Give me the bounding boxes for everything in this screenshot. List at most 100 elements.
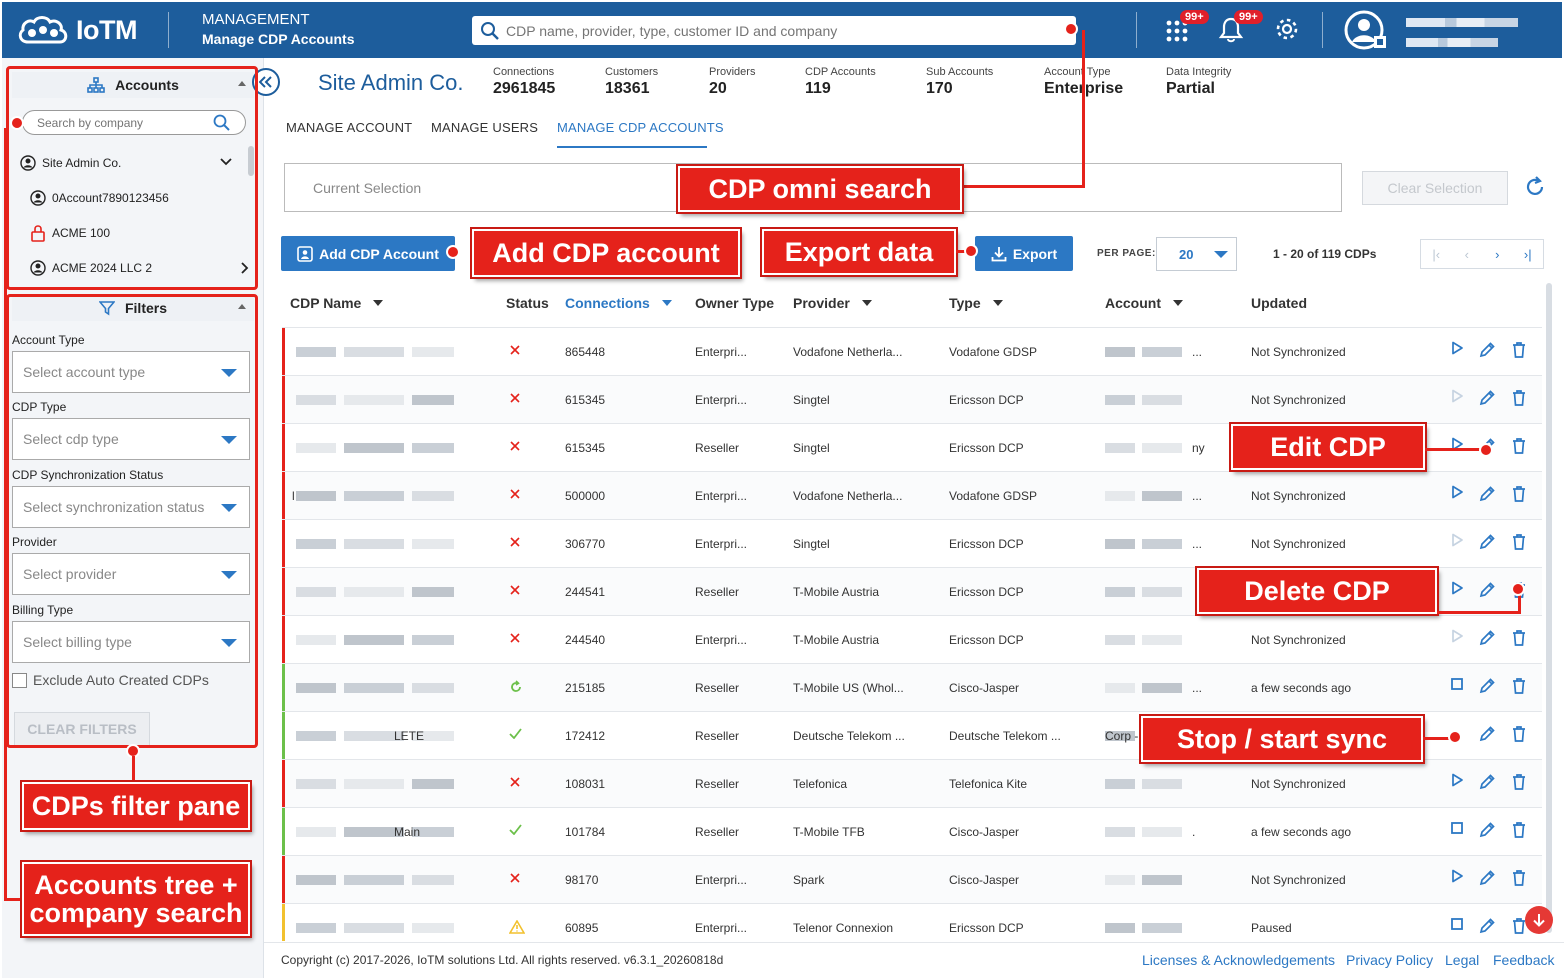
module-subtitle: Manage CDP Accounts — [202, 31, 355, 47]
col-status[interactable]: Status — [506, 295, 549, 311]
edit-pencil-icon[interactable] — [1478, 341, 1498, 361]
licenses-link[interactable]: Licenses & Acknowledgements — [1142, 952, 1335, 968]
delete-trash-icon[interactable] — [1511, 533, 1531, 553]
next-page-icon[interactable]: › — [1482, 240, 1513, 268]
type-cell: Cisco-Jasper — [949, 681, 1020, 695]
edit-pencil-icon[interactable] — [1478, 725, 1498, 745]
omni-search-box[interactable] — [472, 16, 1076, 45]
start-sync-button[interactable] — [1450, 437, 1470, 457]
account-redacted — [1105, 491, 1135, 501]
edit-pencil-icon[interactable] — [1478, 629, 1498, 649]
table-row[interactable]: Main 101784 Reseller T-Mobile TFB Cisco-Jasp… — [282, 807, 1542, 856]
start-sync-button[interactable] — [1450, 341, 1470, 361]
col-type[interactable]: Type — [949, 295, 1003, 311]
user-avatar[interactable] — [1344, 10, 1388, 57]
account-redacted — [1142, 539, 1182, 549]
prev-page-icon[interactable]: ‹ — [1452, 240, 1483, 268]
edit-pencil-icon[interactable] — [1478, 821, 1498, 841]
current-selection-label: Current Selection — [313, 179, 422, 196]
delete-trash-icon[interactable] — [1511, 821, 1531, 841]
delete-trash-icon[interactable] — [1511, 773, 1531, 793]
delete-trash-icon[interactable] — [1511, 485, 1531, 505]
col-provider[interactable]: Provider — [793, 295, 872, 311]
tab-manage-cdp-accounts[interactable]: MANAGE CDP ACCOUNTS — [557, 120, 724, 135]
col-connections[interactable]: Connections — [565, 295, 672, 311]
delete-trash-icon[interactable] — [1511, 677, 1531, 697]
table-row[interactable]: 306770 Enterpri... Singtel Ericsson DCP... N… — [282, 519, 1542, 568]
first-page-icon[interactable]: |‹ — [1421, 240, 1452, 268]
delete-trash-icon[interactable] — [1511, 389, 1531, 409]
edit-pencil-icon[interactable] — [1478, 389, 1498, 409]
tab-manage-users[interactable]: MANAGE USERS — [431, 120, 538, 135]
table-row[interactable]: l 500000 Enterpri... Vodafone Netherla... Vo… — [282, 471, 1542, 520]
table-row[interactable]: 60895 Enterpri... Telenor Connexion Ericsso… — [282, 903, 1542, 941]
callout-accounts-tree: Accounts tree + company search — [22, 862, 250, 936]
stop-sync-button[interactable] — [1450, 821, 1470, 841]
privacy-policy-link[interactable]: Privacy Policy — [1346, 952, 1433, 968]
stop-sync-button[interactable] — [1450, 917, 1470, 937]
col-owner-type[interactable]: Owner Type — [695, 295, 774, 311]
notifications-button[interactable]: 99+ — [1218, 10, 1263, 46]
edit-pencil-icon[interactable] — [1478, 773, 1498, 793]
row-status-bar — [282, 472, 285, 520]
stat-value: 119 — [805, 80, 831, 97]
feedback-link[interactable]: Feedback — [1493, 952, 1554, 968]
delete-trash-icon[interactable] — [1511, 437, 1531, 457]
cdp-name-redacted — [344, 923, 404, 933]
export-button[interactable]: Export — [975, 236, 1073, 271]
account-redacted — [1142, 491, 1182, 501]
callout-line — [4, 898, 24, 901]
settings-button[interactable] — [1274, 16, 1304, 46]
tab-manage-account[interactable]: MANAGE ACCOUNT — [286, 120, 412, 135]
table-row[interactable]: 108031 Reseller Telefonica Telefonica Kite N… — [282, 759, 1542, 808]
account-redacted — [1142, 923, 1182, 933]
stat-value: 18361 — [605, 80, 650, 97]
col-updated[interactable]: Updated — [1251, 295, 1307, 311]
account-cell: ... — [1192, 489, 1203, 503]
start-sync-button[interactable] — [1450, 869, 1470, 889]
updated-cell: Paused — [1251, 921, 1292, 935]
col-cdp-name[interactable]: CDP Name — [290, 295, 384, 311]
table-row[interactable]: 865448 Enterpri... Vodafone Netherla... Vod… — [282, 327, 1542, 376]
start-sync-button[interactable] — [1450, 773, 1470, 793]
edit-pencil-icon[interactable] — [1478, 917, 1498, 937]
table-scrollbar[interactable] — [1546, 283, 1552, 933]
omni-search-input[interactable] — [506, 22, 1066, 39]
col-account[interactable]: Account — [1105, 295, 1183, 311]
table-row[interactable]: 244540 Enterpri... T-Mobile Austria Ericsso… — [282, 615, 1542, 664]
provider-cell: Singtel — [793, 537, 830, 551]
apps-grid-button[interactable]: 99+ — [1164, 10, 1209, 46]
delete-trash-icon[interactable] — [1511, 341, 1531, 361]
start-sync-button[interactable] — [1450, 485, 1470, 505]
callout-line — [4, 128, 7, 900]
user-role-redacted — [1406, 38, 1498, 47]
edit-pencil-icon[interactable] — [1478, 485, 1498, 505]
cdp-name-redacted — [296, 395, 336, 405]
table-row[interactable]: 215185 Reseller T-Mobile US (Whol... Cisco-… — [282, 663, 1542, 712]
edit-pencil-icon[interactable] — [1478, 533, 1498, 553]
delete-trash-icon[interactable] — [1511, 629, 1531, 649]
row-status-bar — [282, 616, 285, 664]
edit-pencil-icon[interactable] — [1478, 581, 1498, 601]
cdp-name-redacted — [344, 539, 404, 549]
edit-pencil-icon[interactable] — [1478, 869, 1498, 889]
clear-selection-button[interactable]: Clear Selection — [1362, 171, 1508, 205]
row-status-bar — [282, 712, 285, 760]
delete-trash-icon[interactable] — [1511, 869, 1531, 889]
refresh-button[interactable] — [1524, 176, 1546, 204]
delete-trash-icon[interactable] — [1511, 725, 1531, 745]
account-redacted — [1105, 683, 1135, 693]
updated-cell: a few seconds ago — [1251, 825, 1352, 839]
add-cdp-account-button[interactable]: Add CDP Account — [281, 236, 455, 271]
account-redacted — [1105, 635, 1135, 645]
last-page-icon[interactable]: ›| — [1513, 240, 1544, 268]
iotm-logo[interactable]: IoTM — [16, 12, 137, 48]
edit-pencil-icon[interactable] — [1478, 677, 1498, 697]
stop-sync-button[interactable] — [1450, 677, 1470, 697]
table-row[interactable]: 98170 Enterpri... Spark Cisco-Jasper Not Syn… — [282, 855, 1542, 904]
start-sync-button[interactable] — [1450, 581, 1470, 601]
scroll-down-button[interactable] — [1525, 906, 1553, 934]
table-row[interactable]: 615345 Enterpri... Singtel Ericsson DCP Not … — [282, 375, 1542, 424]
per-page-select[interactable]: 20 — [1156, 237, 1237, 271]
legal-link[interactable]: Legal — [1445, 952, 1479, 968]
